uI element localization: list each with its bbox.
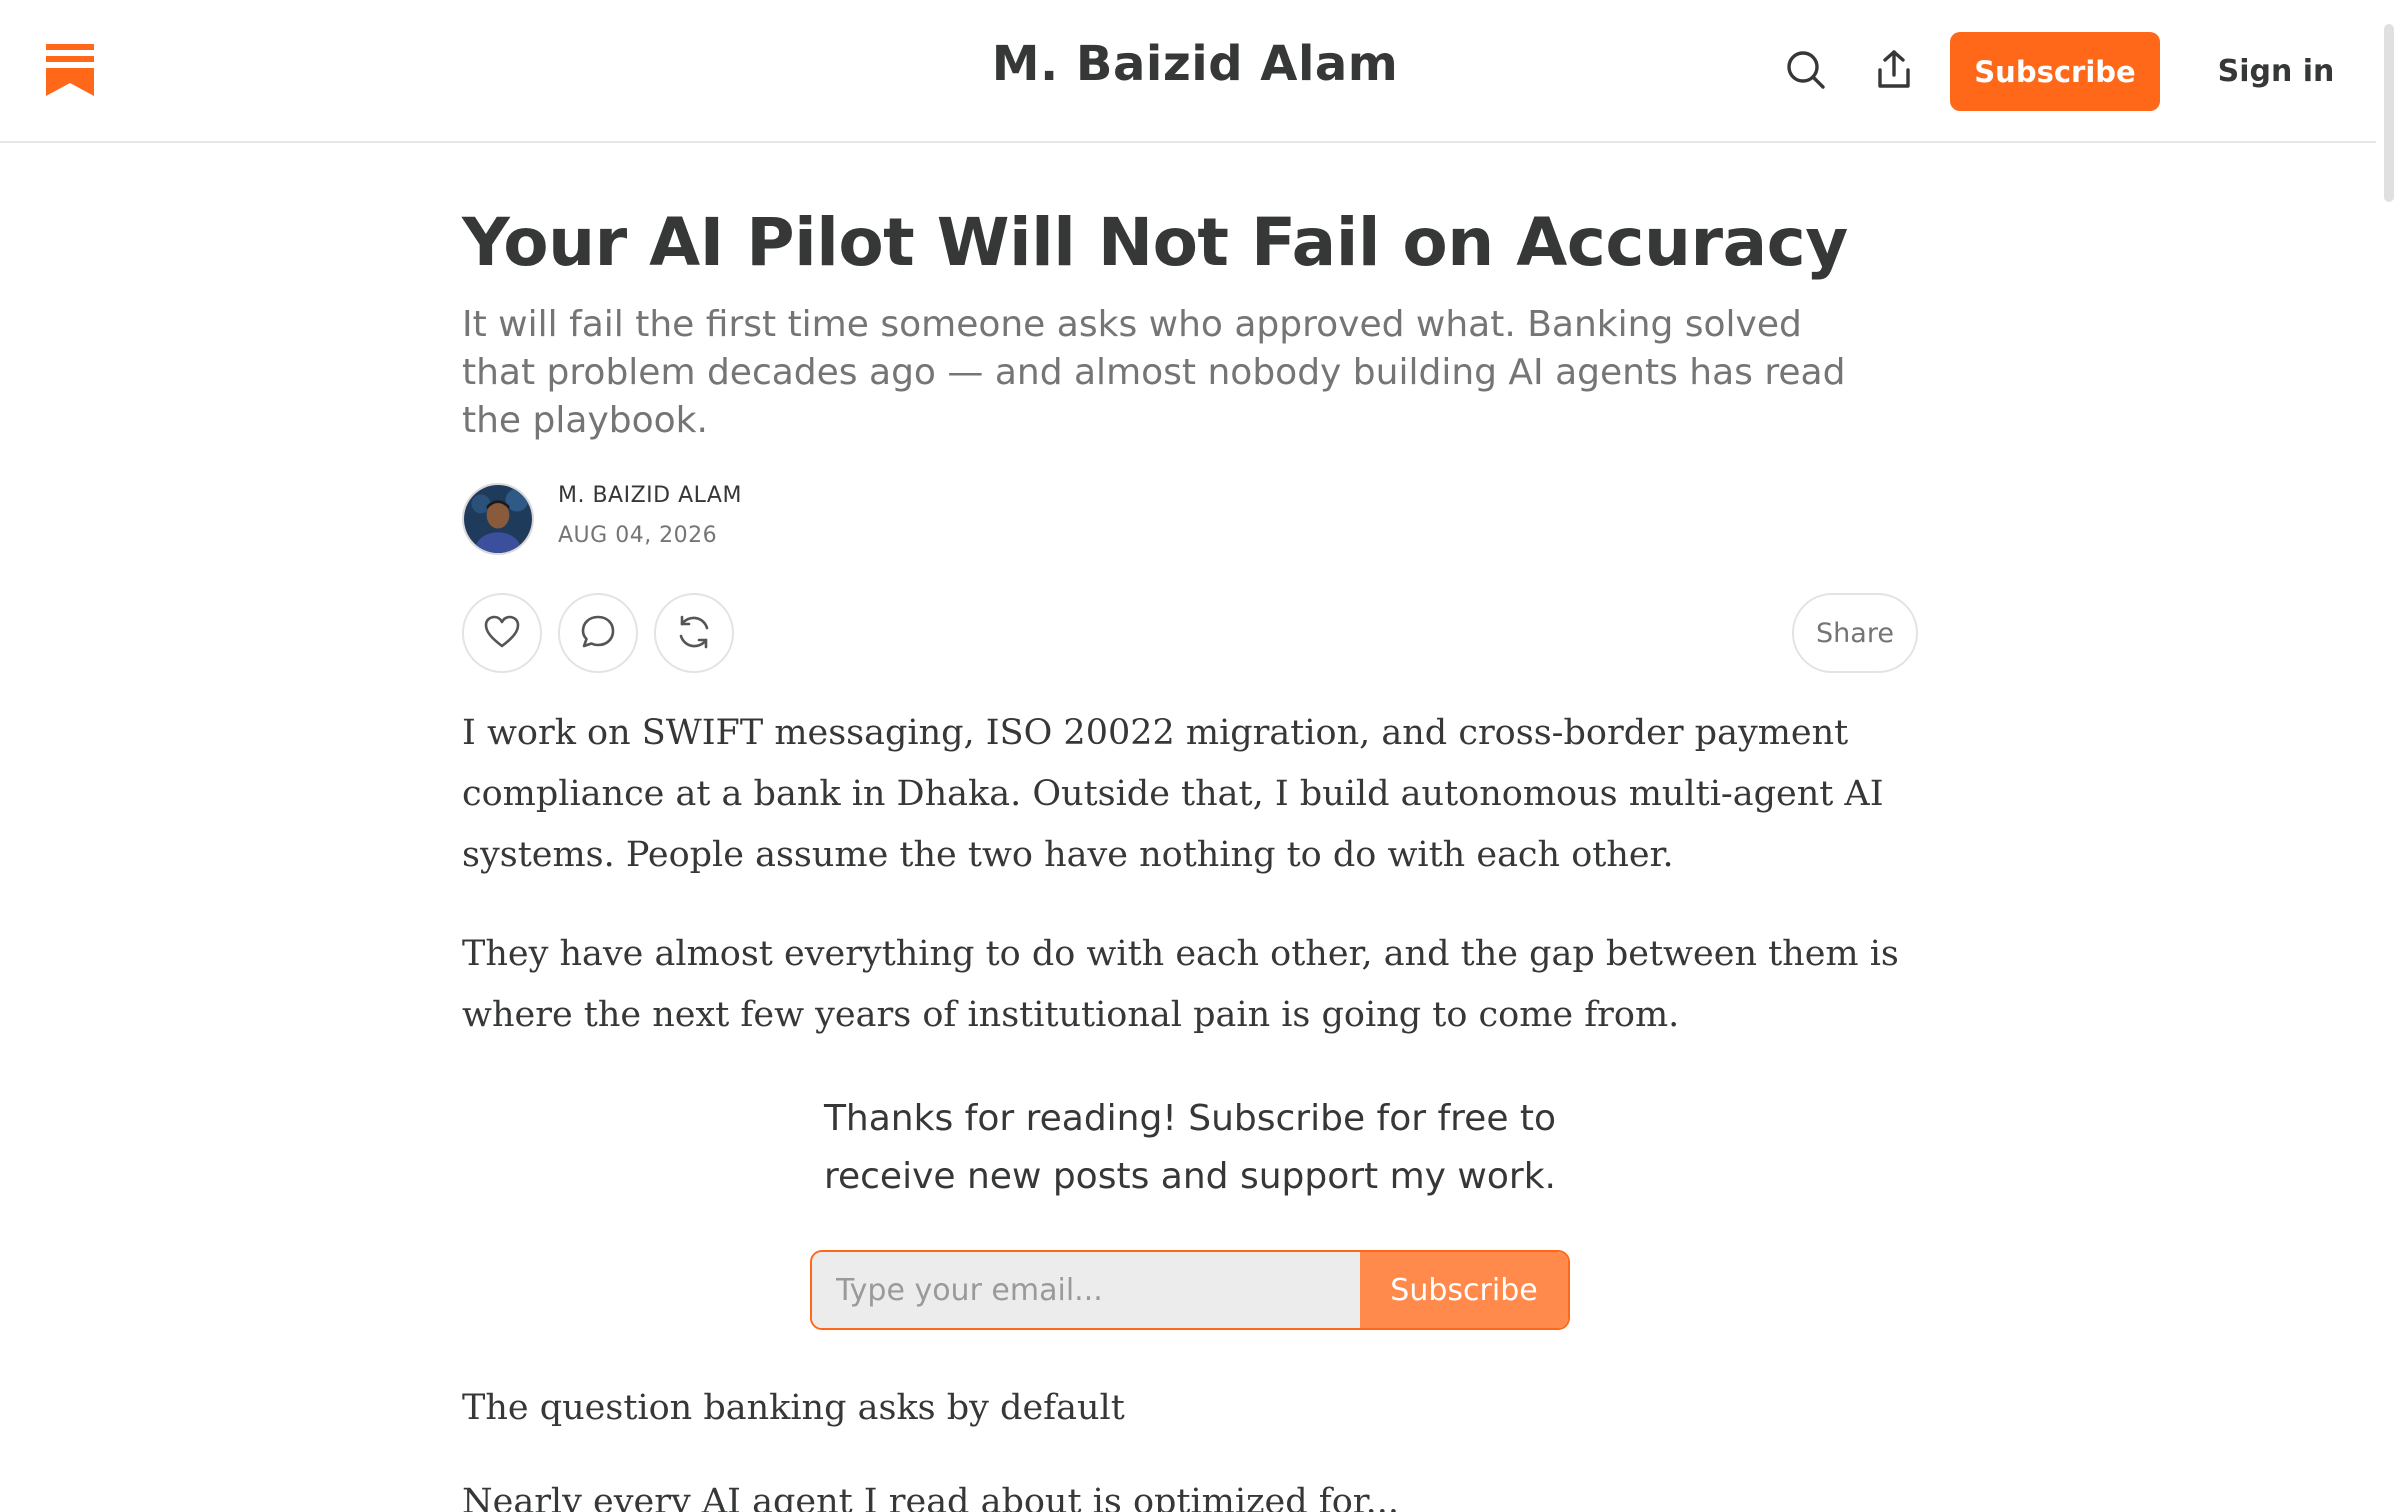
email-input[interactable] — [812, 1252, 1360, 1328]
subscribe-cta-line-2: receive new posts and support my work. — [823, 1156, 1556, 1197]
post-actions: Share — [462, 593, 1918, 673]
restack-icon — [674, 612, 714, 655]
share-upload-icon[interactable] — [1872, 48, 1916, 92]
post-subtitle: It will fail the first time someone asks… — [462, 304, 1846, 441]
post-title: Your AI Pilot Will Not Fail on Accuracy — [462, 204, 1848, 281]
byline: M. BAIZID ALAM AUG 04, 2026 — [462, 483, 1918, 555]
search-icon[interactable] — [1784, 48, 1828, 92]
top-navigation-bar: M. Baizid Alam Subscribe Sign in — [0, 0, 2376, 143]
body-paragraph-2: They have almost everything to do with e… — [462, 934, 1899, 1035]
like-button[interactable] — [462, 593, 542, 673]
post-date: AUG 04, 2026 — [558, 523, 718, 548]
share-button[interactable]: Share — [1792, 593, 1918, 673]
email-subscribe-button[interactable]: Subscribe — [1360, 1252, 1568, 1328]
truncated-paragraph: Nearly every AI agent I read about is op… — [462, 1482, 1400, 1512]
section-heading: The question banking asks by default — [462, 1388, 1125, 1428]
comment-button[interactable] — [558, 593, 638, 673]
email-subscribe-form: Subscribe — [810, 1250, 1570, 1330]
subscribe-cta-line-1: Thanks for reading! Subscribe for free t… — [823, 1098, 1557, 1139]
heart-icon — [482, 612, 522, 655]
avatar[interactable] — [462, 483, 534, 555]
author-name[interactable]: M. BAIZID ALAM — [558, 483, 742, 508]
sign-in-link[interactable]: Sign in — [2196, 50, 2356, 94]
page-scrollbar[interactable] — [2376, 0, 2400, 1500]
scrollbar-thumb[interactable] — [2384, 24, 2394, 202]
header-subscribe-button[interactable]: Subscribe — [1950, 32, 2160, 111]
subscribe-cta: Thanks for reading! Subscribe for free t… — [462, 1090, 1918, 1206]
article: Your AI Pilot Will Not Fail on Accuracy … — [462, 195, 1918, 1512]
body-paragraph-1: I work on SWIFT messaging, ISO 20022 mig… — [462, 713, 1884, 875]
restack-button[interactable] — [654, 593, 734, 673]
comment-icon — [578, 612, 618, 655]
